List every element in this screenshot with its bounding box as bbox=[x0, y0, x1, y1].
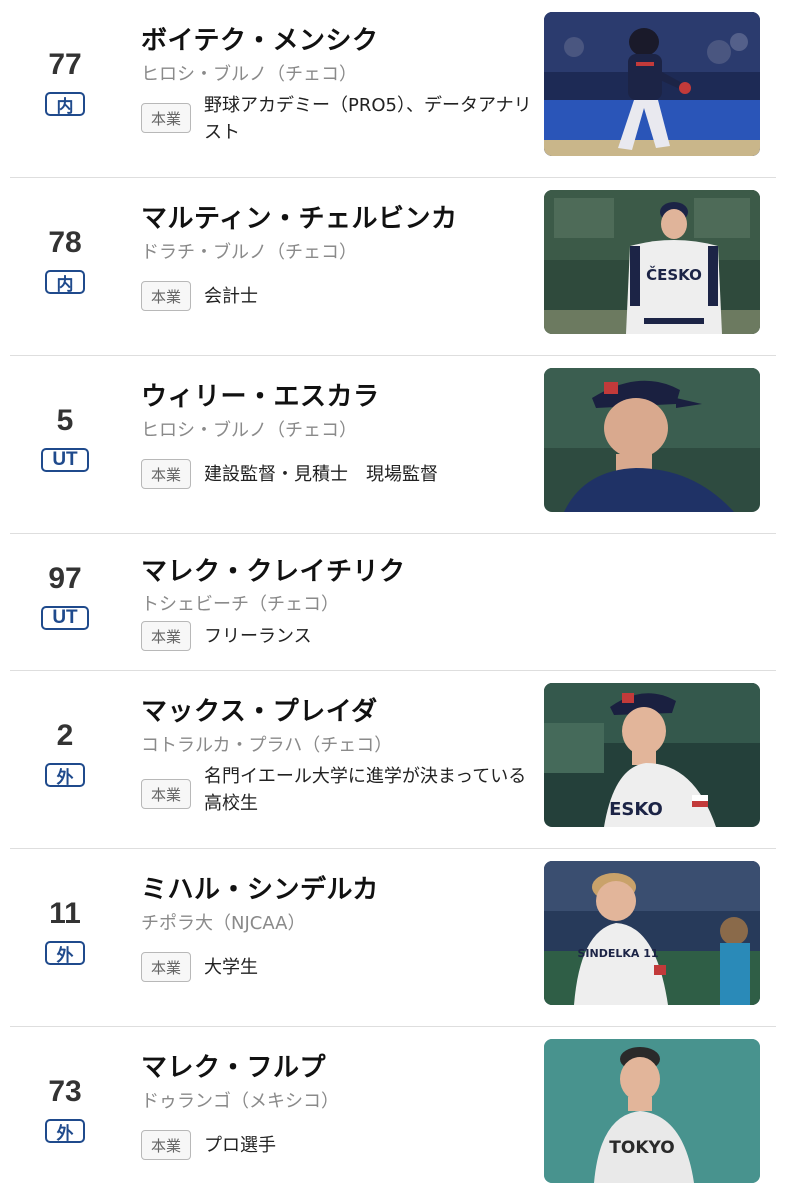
jersey-lettering: SINDELKA 11 bbox=[577, 947, 658, 960]
player-photo[interactable] bbox=[544, 368, 760, 512]
player-name[interactable]: マックス・プレイダ bbox=[141, 691, 378, 728]
job-text: 建設監督・見積士 現場監督 bbox=[204, 464, 438, 485]
uniform-number: 2 bbox=[56, 719, 74, 752]
job-text: 野球アカデミー（PRO5）、データアナリスト bbox=[204, 95, 532, 143]
job-text: 会計士 bbox=[204, 286, 258, 307]
player-row[interactable]: 11 外 ミハル・シンデルカ チポラ大（NJCAA） 本業 大学生 SINDEL… bbox=[0, 849, 786, 1027]
job-text: 名門イエール大学に進学が決まっている高校生 bbox=[204, 766, 527, 814]
job-text: プロ選手 bbox=[204, 1135, 276, 1156]
uniform-number: 77 bbox=[48, 48, 82, 81]
position-badge: 外 bbox=[45, 941, 85, 966]
player-name[interactable]: ボイテク・メンシク bbox=[141, 20, 378, 57]
player-row[interactable]: 73 外 マレク・フルプ ドゥランゴ（メキシコ） 本業 プロ選手 TOKYO bbox=[0, 1027, 786, 1200]
player-name[interactable]: マルティン・チェルビンカ bbox=[141, 198, 457, 235]
player-photo[interactable] bbox=[544, 12, 760, 156]
player-photo[interactable]: SINDELKA 11 bbox=[544, 861, 760, 1005]
player-photo[interactable]: TOKYO bbox=[544, 1039, 760, 1183]
position-badge: 内 bbox=[45, 270, 85, 295]
uniform-number: 78 bbox=[48, 226, 82, 259]
player-photo[interactable]: ČESKO bbox=[544, 190, 760, 334]
player-row[interactable]: 77 内 ボイテク・メンシク ヒロシ・ブルノ（チェコ） 本業 野球アカデミー（P… bbox=[0, 0, 786, 178]
player-row[interactable]: 78 内 マルティン・チェルビンカ ドラチ・ブルノ（チェコ） 本業 会計士 ČE… bbox=[0, 178, 786, 356]
uniform-number: 73 bbox=[48, 1075, 82, 1108]
player-team: ヒロシ・ブルノ（チェコ） bbox=[141, 64, 357, 85]
job-label-badge: 本業 bbox=[141, 103, 191, 133]
player-team: チポラ大（NJCAA） bbox=[141, 913, 306, 934]
player-list: 77 内 ボイテク・メンシク ヒロシ・ブルノ（チェコ） 本業 野球アカデミー（P… bbox=[0, 0, 786, 1200]
player-team: ドラチ・ブルノ（チェコ） bbox=[141, 242, 357, 263]
position-badge: 外 bbox=[45, 763, 85, 788]
position-badge: 内 bbox=[45, 92, 85, 117]
position-badge: 外 bbox=[45, 1119, 85, 1144]
position-badge: UT bbox=[41, 606, 89, 630]
position-badge: UT bbox=[41, 448, 89, 472]
job-label-badge: 本業 bbox=[141, 779, 191, 809]
job-label-badge: 本業 bbox=[141, 281, 191, 311]
player-team: ヒロシ・ブルノ（チェコ） bbox=[141, 420, 357, 441]
job-label-badge: 本業 bbox=[141, 1130, 191, 1160]
player-name[interactable]: マレク・フルプ bbox=[141, 1047, 326, 1084]
player-row[interactable]: 2 外 マックス・プレイダ コトラルカ・プラハ（チェコ） 本業 名門イエール大学… bbox=[0, 671, 786, 849]
player-name[interactable]: マレク・クレイチリク bbox=[141, 551, 405, 588]
jersey-lettering: ESKO bbox=[609, 799, 663, 820]
player-row[interactable]: 5 UT ウィリー・エスカラ ヒロシ・ブルノ（チェコ） 本業 建設監督・見積士 … bbox=[0, 356, 786, 534]
job-label-badge: 本業 bbox=[141, 459, 191, 489]
uniform-number: 97 bbox=[48, 562, 82, 595]
player-team: コトラルカ・プラハ（チェコ） bbox=[141, 735, 393, 756]
jersey-lettering: TOKYO bbox=[609, 1138, 674, 1158]
player-photo[interactable]: ESKO bbox=[544, 683, 760, 827]
player-team: トシェビーチ（チェコ） bbox=[141, 594, 339, 615]
player-team: ドゥランゴ（メキシコ） bbox=[141, 1091, 339, 1112]
job-label-badge: 本業 bbox=[141, 952, 191, 982]
job-text: 大学生 bbox=[204, 957, 258, 978]
player-name[interactable]: ミハル・シンデルカ bbox=[141, 869, 379, 906]
player-row[interactable]: 97 UT マレク・クレイチリク トシェビーチ（チェコ） 本業 フリーランス bbox=[0, 534, 786, 671]
uniform-number: 5 bbox=[56, 404, 74, 437]
jersey-lettering: ČESKO bbox=[646, 265, 702, 284]
job-text: フリーランス bbox=[204, 626, 312, 647]
player-name[interactable]: ウィリー・エスカラ bbox=[141, 376, 380, 413]
job-label-badge: 本業 bbox=[141, 621, 191, 651]
uniform-number: 11 bbox=[49, 897, 81, 930]
